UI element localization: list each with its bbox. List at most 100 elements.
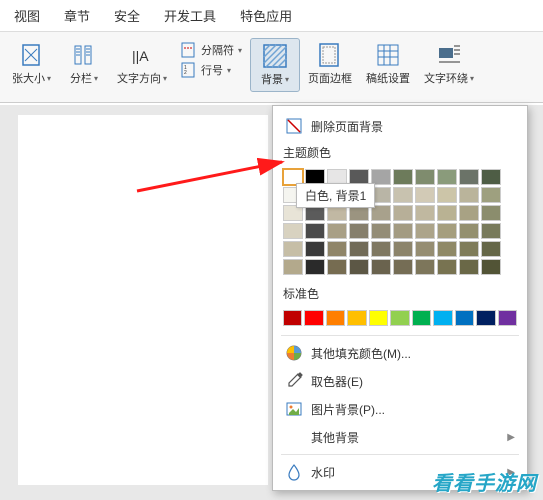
svg-text:2: 2 (184, 70, 187, 76)
caret-icon: ▾ (163, 74, 167, 83)
color-swatch[interactable] (349, 223, 369, 239)
color-swatch[interactable] (459, 187, 479, 203)
color-swatch[interactable] (305, 223, 325, 239)
color-swatch[interactable] (481, 241, 501, 257)
color-swatch[interactable] (481, 169, 501, 185)
color-swatch[interactable] (415, 241, 435, 257)
color-swatch[interactable] (437, 259, 457, 275)
color-swatch[interactable] (349, 259, 369, 275)
submenu-arrow-icon: ▶ (507, 432, 515, 443)
svg-text:||A: ||A (132, 48, 149, 64)
watermark-icon (285, 463, 303, 481)
color-swatch[interactable] (415, 205, 435, 221)
manuscript-button[interactable]: 稿纸设置 (360, 38, 416, 90)
more-fill-colors-item[interactable]: 其他填充颜色(M)... (273, 339, 527, 367)
color-swatch[interactable] (459, 205, 479, 221)
text-direction-button[interactable]: ||A 文字方向▾ (111, 38, 173, 90)
watermark-label: 水印 (311, 464, 335, 481)
color-swatch[interactable] (393, 169, 413, 185)
background-icon (262, 43, 288, 69)
color-swatch[interactable] (437, 223, 457, 239)
color-swatch[interactable] (437, 169, 457, 185)
color-swatch[interactable] (369, 310, 388, 326)
remove-background-item[interactable]: 删除页面背景 (273, 112, 527, 140)
color-swatch[interactable] (437, 205, 457, 221)
color-swatch[interactable] (305, 241, 325, 257)
color-swatch[interactable] (393, 241, 413, 257)
eyedropper-item[interactable]: 取色器(E) (273, 367, 527, 395)
color-swatch[interactable] (415, 223, 435, 239)
color-swatch[interactable] (476, 310, 495, 326)
ribbon-toolbar: 张大小▾ 分栏▾ ||A 文字方向▾ 分隔符▾ 12 行号▾ 背景▾ 页面 (0, 31, 543, 103)
menu-devtools[interactable]: 开发工具 (164, 6, 216, 25)
menu-security[interactable]: 安全 (114, 6, 140, 25)
color-swatch[interactable] (283, 241, 303, 257)
color-swatch[interactable] (283, 310, 302, 326)
columns-button[interactable]: 分栏▾ (59, 38, 109, 90)
color-swatch[interactable] (412, 310, 431, 326)
color-swatch[interactable] (437, 241, 457, 257)
color-swatch[interactable] (459, 223, 479, 239)
color-swatch[interactable] (437, 187, 457, 203)
color-swatch[interactable] (415, 259, 435, 275)
picture-background-item[interactable]: 图片背景(P)... (273, 395, 527, 423)
document-page[interactable] (18, 115, 268, 485)
color-swatch[interactable] (393, 259, 413, 275)
page-border-label: 页面边框 (308, 70, 352, 86)
color-swatch[interactable] (459, 241, 479, 257)
color-swatch[interactable] (347, 310, 366, 326)
menu-chapter[interactable]: 章节 (64, 6, 90, 25)
site-watermark: 看看手游网 (432, 467, 537, 496)
color-swatch[interactable] (459, 169, 479, 185)
color-swatch[interactable] (283, 259, 303, 275)
color-swatch[interactable] (371, 223, 391, 239)
color-swatch[interactable] (283, 223, 303, 239)
color-swatch[interactable] (415, 187, 435, 203)
background-button[interactable]: 背景▾ (250, 38, 300, 92)
color-swatch[interactable] (327, 223, 347, 239)
color-swatch[interactable] (393, 223, 413, 239)
separator (281, 335, 519, 336)
textwrap-button[interactable]: 文字环绕▾ (418, 38, 480, 90)
other-background-item[interactable]: 其他背景 ▶ (273, 423, 527, 451)
page-size-button[interactable]: 张大小▾ (6, 38, 57, 90)
columns-icon (71, 42, 97, 68)
background-dropdown: 删除页面背景 主题颜色 标准色 其他填充颜色(M)... 取色器(E) 图片背景… (272, 105, 528, 491)
caret-icon: ▾ (285, 75, 289, 84)
caret-icon: ▾ (238, 46, 242, 55)
color-swatch[interactable] (305, 259, 325, 275)
page-border-button[interactable]: 页面边框 (302, 38, 358, 90)
color-swatch[interactable] (393, 187, 413, 203)
caret-icon: ▾ (470, 74, 474, 83)
color-swatch[interactable] (371, 259, 391, 275)
menu-view[interactable]: 视图 (14, 6, 40, 25)
color-swatch[interactable] (498, 310, 517, 326)
color-swatch[interactable] (327, 241, 347, 257)
picture-background-label: 图片背景(P)... (311, 401, 385, 418)
color-swatch[interactable] (371, 241, 391, 257)
color-swatch[interactable] (326, 310, 345, 326)
color-swatch[interactable] (390, 310, 409, 326)
color-swatch[interactable] (349, 241, 369, 257)
menu-special[interactable]: 特色应用 (240, 6, 292, 25)
eyedropper-label: 取色器(E) (311, 373, 363, 390)
color-swatch[interactable] (433, 310, 452, 326)
color-swatch[interactable] (455, 310, 474, 326)
color-swatch[interactable] (481, 187, 501, 203)
color-swatch[interactable] (327, 259, 347, 275)
color-swatch[interactable] (415, 169, 435, 185)
color-swatch[interactable] (481, 223, 501, 239)
more-fill-colors-label: 其他填充颜色(M)... (311, 345, 411, 362)
separator-icon (181, 42, 197, 58)
color-swatch[interactable] (459, 259, 479, 275)
linenum-label: 行号 (201, 62, 223, 78)
color-swatch[interactable] (304, 310, 323, 326)
color-swatch[interactable] (393, 205, 413, 221)
text-direction-label: 文字方向 (117, 70, 161, 86)
color-swatch[interactable] (481, 259, 501, 275)
separator-button[interactable]: 分隔符▾ (181, 42, 242, 58)
color-swatch[interactable] (481, 205, 501, 221)
menubar: 视图 章节 安全 开发工具 特色应用 (0, 0, 543, 31)
linenum-button[interactable]: 12 行号▾ (181, 62, 242, 78)
palette-icon (285, 344, 303, 362)
